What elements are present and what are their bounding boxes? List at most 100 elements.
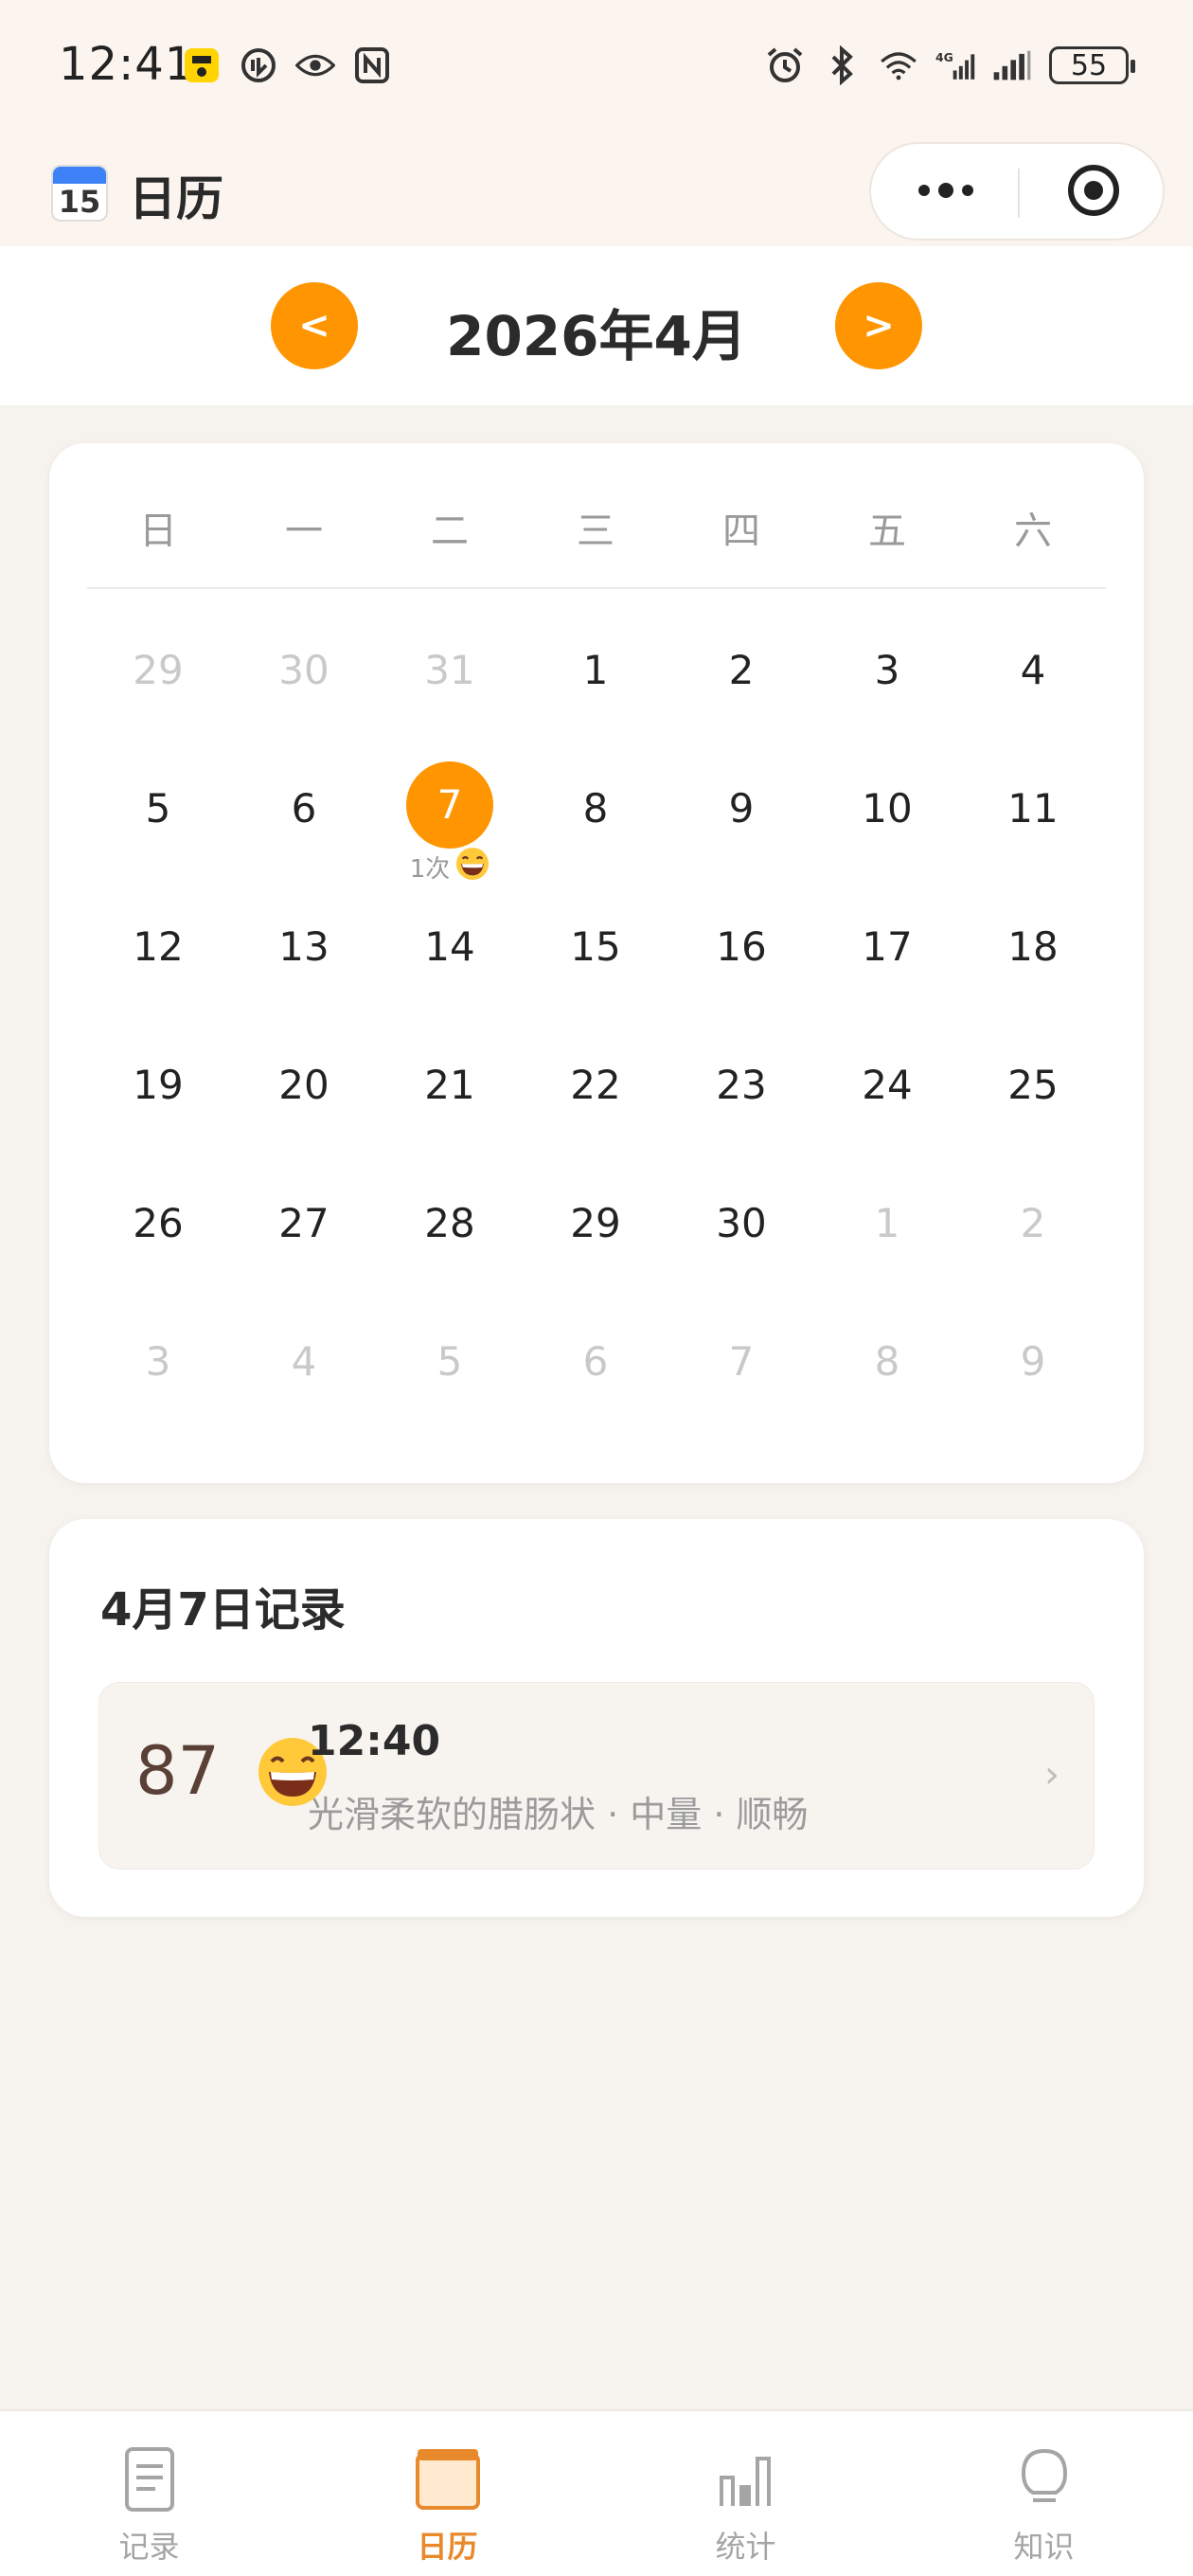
data-saver-icon (239, 45, 278, 85)
calendar-day[interactable]: 3 (85, 1305, 231, 1443)
calendar-day[interactable]: 10 (814, 752, 960, 890)
calendar-day[interactable]: 28 (377, 1167, 523, 1305)
weekday-label: 五 (868, 510, 906, 553)
calendar-day[interactable]: 30 (668, 1167, 814, 1305)
calendar-day[interactable]: 19 (85, 1029, 231, 1167)
calendar-day[interactable]: 5 (85, 752, 231, 890)
day-number: 10 (862, 785, 913, 832)
calendar-day[interactable]: 11 (960, 752, 1106, 890)
record-icon (114, 2443, 186, 2515)
signal-4g-icon: 4G (935, 45, 975, 85)
day-number: 3 (145, 1338, 171, 1385)
calendar-day[interactable]: 2 (668, 614, 814, 752)
close-mini-program-button[interactable] (1057, 165, 1131, 220)
chevron-right-icon: › (1044, 1753, 1059, 1797)
day-number: 28 (424, 1200, 475, 1246)
calendar-day[interactable]: 12 (85, 890, 231, 1029)
calendar-day[interactable]: 13 (231, 890, 377, 1029)
calendar-day[interactable]: 2 (960, 1167, 1106, 1305)
calendar-day[interactable]: 26 (85, 1167, 231, 1305)
day-number: 23 (716, 1062, 767, 1108)
day-number: 8 (582, 785, 609, 832)
tab-record[interactable]: 记录 (0, 2411, 298, 2576)
status-left-icons (182, 45, 392, 85)
records-title: 4月7日记录 (100, 1583, 346, 1637)
record-list-item[interactable]: 87 12:40 光滑柔软的腊肠状 · 中量 · 顺畅 › (98, 1682, 1095, 1869)
capsule-divider (1018, 169, 1020, 218)
battery-indicator: 55 (1049, 46, 1135, 84)
calendar-icon (412, 2443, 484, 2515)
records-card: 4月7日记录 87 12:40 光滑柔软的腊肠状 · 中量 · 顺畅 › (49, 1519, 1144, 1917)
more-options-button[interactable] (909, 165, 983, 220)
calendar-day[interactable]: 22 (523, 1029, 668, 1167)
record-description: 光滑柔软的腊肠状 · 中量 · 顺畅 (308, 1794, 809, 1835)
calendar-day[interactable]: 8 (523, 752, 668, 890)
calendar-day[interactable]: 18 (960, 890, 1106, 1029)
day-record-count: 1次 (409, 855, 451, 884)
calendar-card: 日一二三四五六 29 30 31 1 2 3 4 5 6 7 1次 8 9 10 11 12 13 14 15 16 1… (49, 443, 1144, 1483)
day-number: 5 (145, 785, 171, 832)
calendar-day[interactable]: 29 (85, 614, 231, 752)
tab-knowledge[interactable]: 知识 (895, 2411, 1193, 2576)
day-number: 29 (570, 1200, 621, 1246)
calendar-day[interactable]: 15 (523, 890, 668, 1029)
calendar-day[interactable]: 29 (523, 1167, 668, 1305)
calendar-day[interactable]: 6 (231, 752, 377, 890)
day-number: 9 (728, 785, 755, 832)
calendar-day[interactable]: 3 (814, 614, 960, 752)
tab-stats[interactable]: 统计 (596, 2411, 895, 2576)
weekday-label: 日 (139, 510, 177, 553)
calendar-day[interactable]: 31 (377, 614, 523, 752)
status-bar: 12:41 4G 55 (0, 0, 1193, 142)
calendar-day[interactable]: 1 (523, 614, 668, 752)
weekday-header: 日一二三四五六 (85, 500, 1106, 555)
wifi-icon (879, 45, 918, 85)
record-time: 12:40 (308, 1717, 441, 1765)
calendar-day[interactable]: 1 (814, 1167, 960, 1305)
day-number: 5 (436, 1338, 463, 1385)
calendar-app-icon: 15 (51, 165, 108, 222)
weekday-label: 二 (431, 510, 469, 553)
calendar-day[interactable]: 5 (377, 1305, 523, 1443)
day-number: 18 (1007, 923, 1059, 970)
weekday-label: 六 (1014, 510, 1052, 553)
calendar-day[interactable]: 7 (668, 1305, 814, 1443)
calendar-day-selected[interactable]: 7 1次 (377, 752, 523, 890)
calendar-day[interactable]: 20 (231, 1029, 377, 1167)
day-number: 2 (1020, 1200, 1046, 1246)
calendar-day[interactable]: 16 (668, 890, 814, 1029)
day-number: 1 (582, 647, 609, 693)
calendar-day[interactable]: 9 (960, 1305, 1106, 1443)
day-number: 7 (406, 761, 493, 849)
day-number: 12 (133, 923, 184, 970)
calendar-day[interactable]: 4 (231, 1305, 377, 1443)
weekday-label: 四 (722, 510, 760, 553)
next-month-button[interactable]: > (835, 282, 922, 369)
calendar-day[interactable]: 27 (231, 1167, 377, 1305)
knowledge-icon (1008, 2443, 1080, 2515)
calendar-day[interactable]: 8 (814, 1305, 960, 1443)
status-right-icons: 4G 55 (765, 45, 1135, 85)
calendar-day[interactable]: 4 (960, 614, 1106, 752)
svg-text:4G: 4G (935, 50, 953, 64)
nfc-icon (352, 45, 392, 85)
calendar-day[interactable]: 25 (960, 1029, 1106, 1167)
day-number: 29 (133, 647, 184, 693)
day-number: 21 (424, 1062, 475, 1108)
title-bar: 15 日历 (0, 142, 1193, 246)
calendar-day[interactable]: 24 (814, 1029, 960, 1167)
calendar-day[interactable]: 14 (377, 890, 523, 1029)
mini-program-capsule (869, 142, 1165, 241)
day-number: 8 (874, 1338, 900, 1385)
calendar-day[interactable]: 23 (668, 1029, 814, 1167)
day-number: 30 (716, 1200, 767, 1246)
eye-icon (295, 45, 335, 85)
calendar-day[interactable]: 30 (231, 614, 377, 752)
calendar-day[interactable]: 21 (377, 1029, 523, 1167)
calendar-day[interactable]: 9 (668, 752, 814, 890)
day-number: 4 (291, 1338, 317, 1385)
calendar-day[interactable]: 6 (523, 1305, 668, 1443)
calendar-day[interactable]: 17 (814, 890, 960, 1029)
tab-calendar[interactable]: 日历 (298, 2411, 596, 2576)
signal-icon (992, 45, 1032, 85)
